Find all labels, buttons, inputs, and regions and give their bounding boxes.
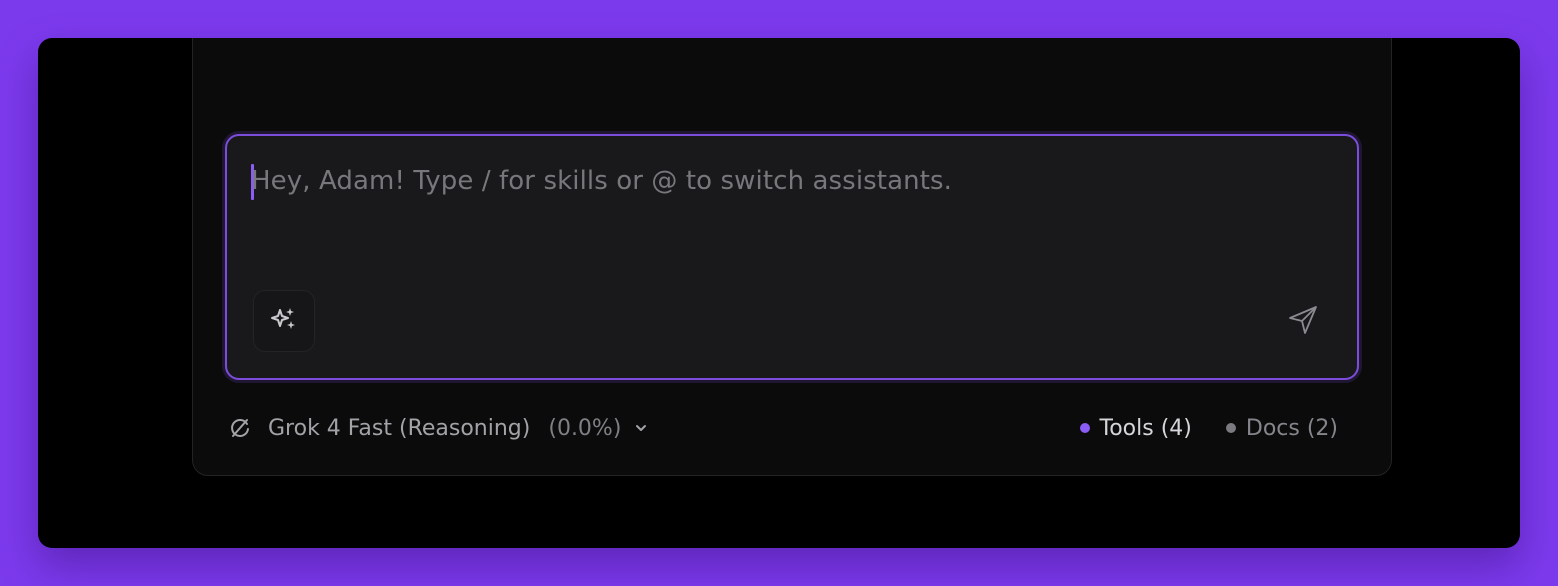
chat-composer[interactable]: Hey, Adam! Type / for skills or @ to swi… [225,134,1359,380]
tools-status-dot [1079,423,1090,433]
message-input-placeholder[interactable]: Hey, Adam! Type / for skills or @ to swi… [251,166,952,196]
docs-label: Docs (2) [1245,415,1338,441]
skills-button[interactable] [253,290,315,352]
docs-status-dot [1225,423,1236,433]
send-button[interactable] [1283,302,1323,342]
tools-label: Tools (4) [1099,415,1192,441]
docs-chip[interactable]: Docs (2) [1225,415,1338,441]
composer-footer: Grok 4 Fast (Reasoning) (0.0%) Tools (4)… [228,410,1338,446]
reload-icon [228,416,252,440]
tools-chip[interactable]: Tools (4) [1079,415,1192,441]
model-selector[interactable]: Grok 4 Fast (Reasoning) (0.0%) [228,410,649,446]
context-chips: Tools (4) Docs (2) [1079,410,1338,446]
sparkles-icon [269,304,299,338]
chevron-down-icon[interactable] [633,420,649,436]
app-window: Hey, Adam! Type / for skills or @ to swi… [38,38,1520,548]
model-usage: (0.0%) [548,415,622,441]
model-name[interactable]: Grok 4 Fast (Reasoning) [268,416,530,441]
send-icon [1286,303,1320,341]
